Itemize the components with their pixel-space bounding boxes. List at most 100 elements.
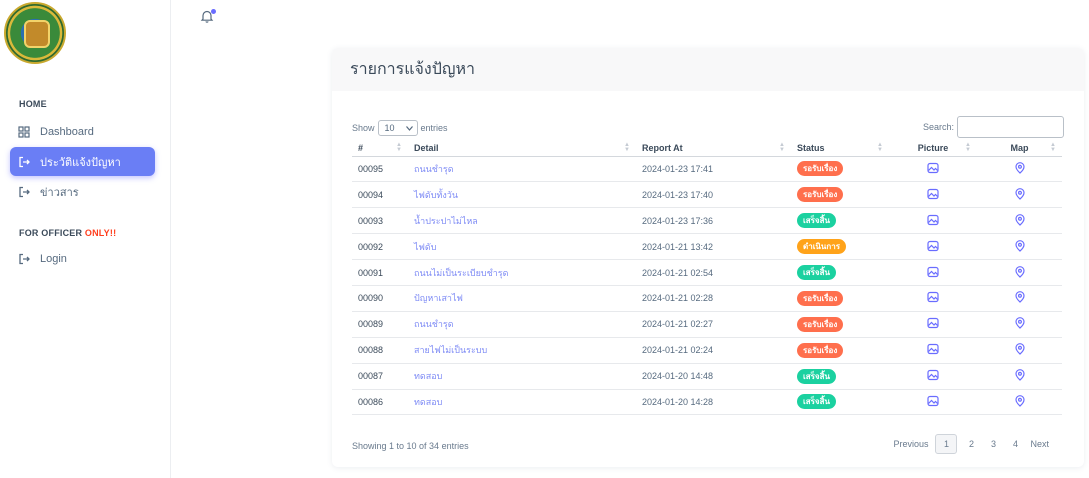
row-detail-link[interactable]: ถนนไม่เป็นระเบียบชำรุด: [408, 259, 636, 286]
row-id: 00091: [352, 259, 408, 286]
row-detail-link[interactable]: ไฟดับ: [408, 233, 636, 261]
row-status-cell: รอรับเรื่อง: [791, 181, 889, 209]
image-icon[interactable]: [927, 395, 939, 409]
login-icon: [18, 156, 30, 168]
column-header-id[interactable]: # ▲ ▼: [352, 140, 408, 157]
column-header-label: Report At: [642, 142, 683, 153]
table-info: Showing 1 to 10 of 34 entries: [352, 441, 469, 451]
row-detail-link[interactable]: ทดสอบ: [408, 363, 636, 390]
row-status-cell: รอรับเรื่อง: [791, 156, 889, 183]
row-id: 00089: [352, 311, 408, 338]
entries-control: Show 10 entries: [352, 120, 448, 136]
status-badge: รอรับเรื่อง: [797, 290, 844, 306]
menu-header-home: HOME: [19, 99, 47, 109]
sidebar-item-login[interactable]: Login: [10, 244, 155, 273]
map-pin-icon[interactable]: [1014, 187, 1026, 202]
pagination-page-1[interactable]: 1: [935, 434, 958, 454]
row-report-at: 2024-01-23 17:41: [636, 156, 791, 183]
table-row: 00090 ปัญหาเสาไฟ 2024-01-21 02:28 รอรับเรื่…: [352, 285, 1062, 312]
map-pin-icon[interactable]: [1014, 317, 1026, 331]
sidebar-item-dashboard[interactable]: Dashboard: [10, 117, 155, 146]
image-icon[interactable]: [927, 214, 939, 228]
row-report-at: 2024-01-21 02:28: [636, 285, 791, 312]
sidebar-item-news[interactable]: ข่าวสาร: [10, 177, 155, 206]
row-map-cell: [977, 259, 1062, 286]
image-icon[interactable]: [927, 317, 939, 331]
pagination-previous[interactable]: Previous: [889, 434, 932, 454]
entries-select[interactable]: 10: [377, 120, 418, 136]
row-status-cell: ดำเนินการ: [791, 233, 889, 261]
map-pin-icon[interactable]: [1014, 162, 1026, 176]
search-input[interactable]: [957, 116, 1064, 138]
menu-header-officer: FOR OFFICER ONLY!!: [19, 228, 116, 238]
column-header-label: Map: [1010, 142, 1029, 153]
row-detail-link[interactable]: ถนนชำรุด: [408, 156, 636, 183]
row-map-cell: [977, 181, 1062, 209]
pagination: Previous 1 2 3 4 Next: [889, 434, 1053, 454]
pagination-page-3[interactable]: 3: [982, 434, 1004, 454]
row-id: 00092: [352, 233, 408, 261]
map-pin-icon[interactable]: [1014, 291, 1026, 305]
table-header-row: # ▲ ▼ Detail ▲ ▼ Report At ▲ ▼ Status ▲ ▼ Pictur…: [352, 140, 1062, 157]
column-header-report-at[interactable]: Report At ▲ ▼: [636, 140, 791, 157]
image-icon[interactable]: [927, 266, 939, 280]
municipality-logo[interactable]: [4, 2, 66, 64]
row-detail-link[interactable]: ทดสอบ: [408, 389, 636, 416]
sort-icon: ▲ ▼: [624, 142, 630, 153]
entries-label: entries: [420, 123, 448, 133]
row-detail-link[interactable]: ถนนชำรุด: [408, 311, 636, 338]
sidebar-item-label: Dashboard: [40, 125, 94, 138]
map-pin-icon[interactable]: [1014, 369, 1026, 383]
row-report-at: 2024-01-20 14:28: [636, 389, 791, 416]
row-report-at: 2024-01-23 17:36: [636, 207, 791, 235]
pagination-page-2[interactable]: 2: [960, 434, 982, 454]
table-row: 00088 สายไฟไม่เป็นระบบ 2024-01-21 02:24 รอร…: [352, 337, 1062, 364]
pagination-page-4[interactable]: 4: [1004, 434, 1026, 454]
image-icon[interactable]: [927, 291, 939, 305]
map-pin-icon[interactable]: [1014, 343, 1026, 357]
row-report-at: 2024-01-21 13:42: [636, 233, 791, 261]
table-row: 00091 ถนนไม่เป็นระเบียบชำรุด 2024-01-21 02…: [352, 259, 1062, 286]
map-pin-icon[interactable]: [1014, 213, 1026, 228]
sidebar-item-label: Login: [40, 252, 67, 265]
row-status-cell: เสร็จสิ้น: [791, 389, 889, 416]
map-pin-icon[interactable]: [1014, 395, 1026, 409]
row-picture-cell: [889, 389, 977, 416]
row-picture-cell: [889, 156, 977, 183]
column-header-detail[interactable]: Detail ▲ ▼: [408, 140, 636, 157]
sidebar-item-label: ข่าวสาร: [40, 186, 79, 199]
image-icon[interactable]: [927, 343, 939, 357]
sidebar-item-report-history[interactable]: ประวัติแจ้งปัญหา: [10, 147, 155, 176]
column-header-status[interactable]: Status ▲ ▼: [791, 140, 889, 157]
image-icon[interactable]: [927, 162, 939, 176]
row-detail-link[interactable]: น้ำประปาไม่ไหล: [408, 207, 636, 235]
image-icon[interactable]: [927, 188, 939, 202]
row-detail-link[interactable]: สายไฟไม่เป็นระบบ: [408, 337, 636, 364]
pagination-next[interactable]: Next: [1026, 434, 1053, 454]
menu-header-officer-text: FOR OFFICER: [19, 228, 83, 238]
image-icon[interactable]: [927, 369, 939, 383]
status-badge: รอรับเรื่อง: [797, 342, 844, 358]
row-detail-link[interactable]: ไฟดับทั้งวัน: [408, 181, 636, 209]
row-map-cell: [977, 156, 1062, 183]
chevron-down-icon: [405, 125, 413, 131]
column-header-map[interactable]: Map ▲ ▼: [977, 140, 1062, 157]
report-list-card: รายการแจ้งปัญหา Show 10 entries Search: …: [332, 48, 1084, 467]
status-badge: รอรับเรื่อง: [797, 161, 844, 177]
report-table: # ▲ ▼ Detail ▲ ▼ Report At ▲ ▼ Status ▲ ▼ Pictur…: [352, 140, 1062, 416]
row-detail-link[interactable]: ปัญหาเสาไฟ: [408, 285, 636, 312]
image-icon[interactable]: [927, 240, 939, 254]
row-id: 00095: [352, 156, 408, 183]
row-picture-cell: [889, 233, 977, 261]
row-report-at: 2024-01-23 17:40: [636, 181, 791, 209]
row-status-cell: เสร็จสิ้น: [791, 259, 889, 286]
row-picture-cell: [889, 285, 977, 312]
column-header-picture[interactable]: Picture ▲ ▼: [889, 140, 977, 157]
map-pin-icon[interactable]: [1014, 265, 1026, 280]
status-badge: รอรับเรื่อง: [797, 316, 844, 332]
row-report-at: 2024-01-21 02:24: [636, 337, 791, 364]
notification-bell[interactable]: [200, 9, 216, 25]
map-pin-icon[interactable]: [1014, 239, 1026, 254]
row-id: 00090: [352, 285, 408, 312]
row-map-cell: [977, 311, 1062, 338]
